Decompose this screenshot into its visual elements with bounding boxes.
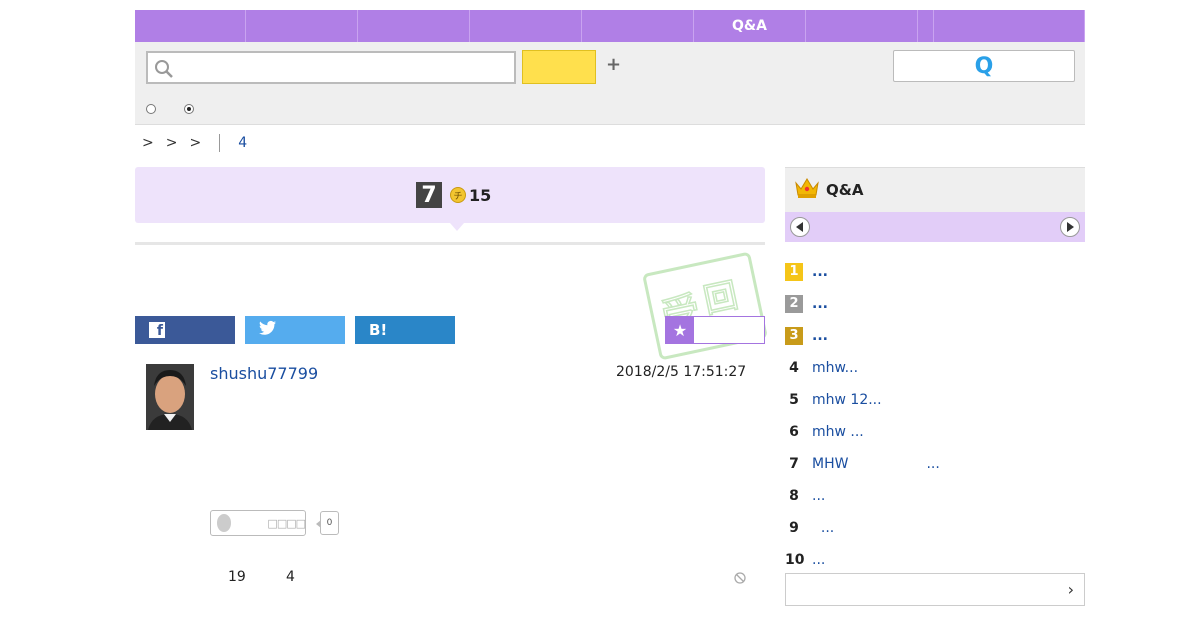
svg-text:回: 回 [700,275,742,321]
ranking-number: 8 [789,488,799,504]
ranking-item-title[interactable]: ... [812,296,828,312]
ranking-item-title[interactable]: mhw ... [812,424,864,440]
ranking-number: 2 [785,295,803,313]
answer-stat: 19 [228,569,246,585]
next-arrow-icon[interactable] [1060,217,1080,237]
favorite-button[interactable]: ★ [665,316,765,344]
twitter-bird-icon [259,320,277,340]
like-button[interactable]: □□□□ [210,510,306,536]
ranking-item-title[interactable]: mhw... [812,360,858,376]
top-nav: Q&A [135,10,1085,42]
search-submit-button[interactable] [522,50,596,84]
q-logo-icon: Q [974,53,994,79]
answer-username[interactable]: shushu77799 [210,364,318,383]
search-icon [154,59,174,83]
ranking-number: 7 [789,456,799,472]
breadcrumb-separator: > [189,135,202,151]
breadcrumb-divider [219,134,221,152]
nav-tab[interactable] [918,10,934,42]
nav-tab[interactable] [246,10,358,42]
avatar[interactable] [146,364,194,430]
ranking-number: 9 [789,520,799,536]
ranking-item[interactable]: 9 ... [785,512,1085,544]
ranking-item[interactable]: 1... [785,256,1085,288]
answer-timestamp: 2018/2/5 17:51:27 [616,364,747,380]
nav-tab[interactable] [470,10,582,42]
report-icon[interactable] [734,569,746,588]
ranking-number: 6 [789,424,799,440]
speech-tail [450,223,464,231]
ranking-item-title[interactable]: ... [812,328,828,344]
search-bar: + Q [135,42,1085,125]
hatena-bookmark-button[interactable]: B! [355,316,455,344]
like-count-badge: 0 [316,511,339,535]
search-input[interactable] [146,51,516,84]
like-label: □□□□ [267,516,306,530]
coin-icon: チ [450,187,466,203]
ranking-header: Q&A [785,167,1085,212]
ranking-list: 1... 2... 3... 4 mhw... 5 mhw 12... 6 mhw ... 7 MH… [785,256,1085,576]
ask-question-button[interactable]: Q [893,50,1075,82]
radio-option-2[interactable] [184,104,194,114]
nav-tab[interactable]: Q&A [694,10,806,42]
ranking-item[interactable]: 8... [785,480,1085,512]
breadcrumb-page-number[interactable]: 4 [238,135,247,151]
coin-count: 15 [469,185,492,205]
ranking-item[interactable]: 5 mhw 12... [785,384,1085,416]
star-icon: ★ [666,317,694,343]
radio-option-1[interactable] [146,104,156,114]
nav-tab[interactable] [806,10,918,42]
section-divider [135,242,765,245]
crown-icon [794,177,820,203]
nav-tab[interactable] [135,10,246,42]
ranking-title: Q&A [826,181,864,199]
ranking-number: 1 [785,263,803,281]
facebook-share-button[interactable]: f [135,316,235,344]
answer-stat: 4 [286,569,295,585]
ranking-nav [785,212,1085,242]
ranking-item-title[interactable]: MHW [812,456,848,472]
add-icon[interactable]: + [606,54,621,75]
ranking-number: 4 [789,360,799,376]
nav-tab[interactable] [934,10,1085,42]
question-number-badge: 7 [416,182,442,208]
smiley-icon [217,514,232,532]
ranking-item-title[interactable]: ... [812,552,825,568]
ranking-number: 3 [785,327,803,345]
ranking-number: 5 [789,392,799,408]
hatena-bookmark-label: B! [369,321,388,339]
nav-tab[interactable] [358,10,470,42]
ranking-item[interactable]: 6 mhw ... [785,416,1085,448]
ranking-item-title[interactable]: ... [812,520,834,536]
ranking-item[interactable]: 7 MHW... [785,448,1085,480]
question-header: 7 チ 15 [135,167,765,231]
ranking-item-title[interactable]: ... [812,488,825,504]
ranking-item-title[interactable]: mhw 12... [812,392,882,408]
twitter-share-button[interactable] [245,316,345,344]
nav-tab[interactable] [582,10,694,42]
ranking-more-button[interactable]: › [785,573,1085,606]
breadcrumb: > > > 4 [142,134,247,152]
ranking-number: 10 [785,552,805,568]
ranking-item[interactable]: 4 mhw... [785,352,1085,384]
ranking-item[interactable]: 3... [785,320,1085,352]
chevron-right-icon: › [1067,580,1074,599]
breadcrumb-separator: > [142,135,154,151]
facebook-icon: f [149,322,165,339]
prev-arrow-icon[interactable] [790,217,810,237]
ranking-item[interactable]: 2... [785,288,1085,320]
ranking-item[interactable]: 10... [785,544,1085,576]
ranking-item-title[interactable]: ... [812,264,828,280]
breadcrumb-separator: > [165,135,178,151]
ranking-item-title-suffix[interactable]: ... [926,456,939,472]
